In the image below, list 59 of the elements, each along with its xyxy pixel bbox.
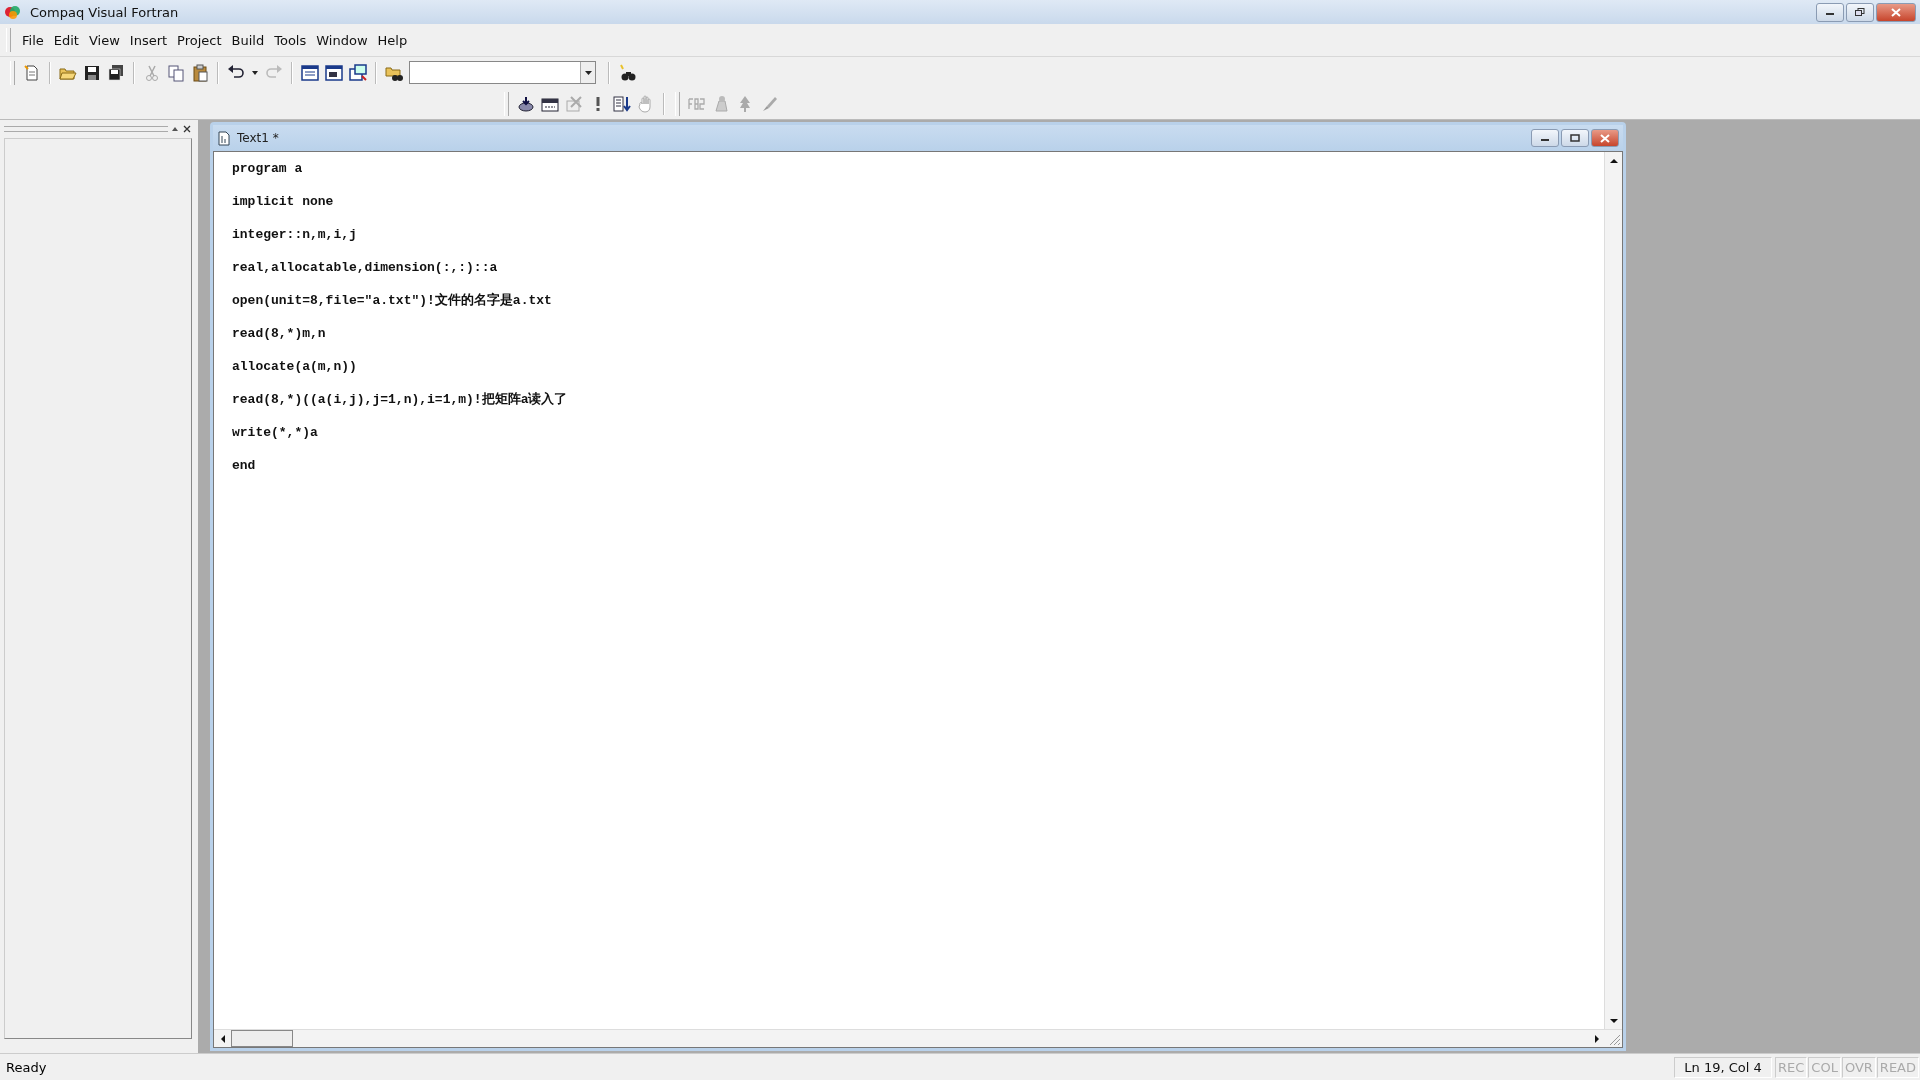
scroll-up-icon[interactable] (1608, 156, 1619, 165)
editor-title: Text1 * (237, 131, 279, 145)
status-indicator: REC (1775, 1056, 1808, 1078)
output-window-icon[interactable] (325, 63, 343, 82)
cursor-position: Ln 19, Col 4 (1674, 1056, 1772, 1078)
workspace-window-icon[interactable] (301, 63, 319, 82)
vertical-scrollbar[interactable] (1604, 152, 1622, 1029)
menu-item[interactable]: Help (372, 29, 413, 51)
maximize-icon (1570, 134, 1580, 142)
restore-button[interactable] (1846, 2, 1874, 22)
save-icon[interactable] (83, 63, 101, 82)
close-button[interactable] (1591, 129, 1619, 147)
code-line: real,allocatable,dimension(:,:)::a (232, 259, 499, 277)
status-indicator: COL (1808, 1056, 1841, 1078)
code-line: implicit none (232, 193, 335, 211)
scroll-right-icon[interactable] (1592, 1033, 1601, 1044)
scroll-down-icon[interactable] (1608, 1016, 1619, 1025)
search-combo-box[interactable] (409, 61, 596, 84)
menu-item[interactable]: Edit (48, 29, 84, 51)
clipboard-icon[interactable] (191, 63, 209, 82)
restore-icon (1855, 8, 1865, 16)
dropdown-arrow-icon (583, 68, 593, 77)
code-line: program a (232, 160, 304, 178)
code-line: allocate(a(m,n)) (232, 358, 358, 376)
document-icon (217, 130, 231, 146)
menu-item[interactable]: Project (172, 29, 227, 51)
menu-item[interactable]: View (83, 29, 125, 51)
scroll-thumb[interactable] (231, 1030, 293, 1047)
code-line: open(unit=8,file="a.txt")!文件的名字是a.txt (232, 291, 553, 310)
status-indicator: OVR (1841, 1056, 1876, 1078)
windows-list-icon[interactable] (349, 63, 367, 82)
menu-item[interactable]: Build (226, 29, 270, 51)
window-title: Compaq Visual Fortran (30, 4, 179, 20)
maximize-button[interactable] (1561, 129, 1589, 147)
status-indicator: READ (1876, 1056, 1919, 1078)
menu-item[interactable]: Tools (269, 29, 312, 51)
menu-item[interactable]: Window (311, 29, 373, 51)
code-line: read(8,*)m,n (232, 325, 327, 343)
code-line: integer::n,m,i,j (232, 226, 358, 244)
save-all-icon[interactable] (107, 63, 125, 82)
close-icon (1891, 7, 1901, 17)
step-into-icon[interactable] (613, 94, 631, 113)
code-line: write(*,*)a (232, 424, 319, 442)
close-icon[interactable] (182, 124, 192, 134)
menu-item[interactable]: File (17, 29, 49, 51)
close-button[interactable] (1876, 2, 1916, 22)
code-line: read(8,*)((a(i,j),j=1,n),i=1,m)!把矩阵a读入了 (232, 391, 569, 409)
horizontal-scrollbar[interactable] (214, 1029, 1622, 1047)
menu-item[interactable]: Insert (124, 29, 173, 51)
close-icon (1600, 133, 1610, 143)
app-logo-icon (4, 3, 22, 21)
minimize-button[interactable] (1531, 129, 1559, 147)
copy-icon[interactable] (167, 63, 185, 82)
minimize-button[interactable] (1816, 2, 1844, 22)
status-message: Ready (6, 1059, 47, 1075)
code-line: end (232, 457, 257, 475)
binoculars-icon[interactable] (618, 63, 636, 82)
new-file-icon[interactable] (23, 63, 41, 82)
compile-icon[interactable] (517, 94, 535, 113)
